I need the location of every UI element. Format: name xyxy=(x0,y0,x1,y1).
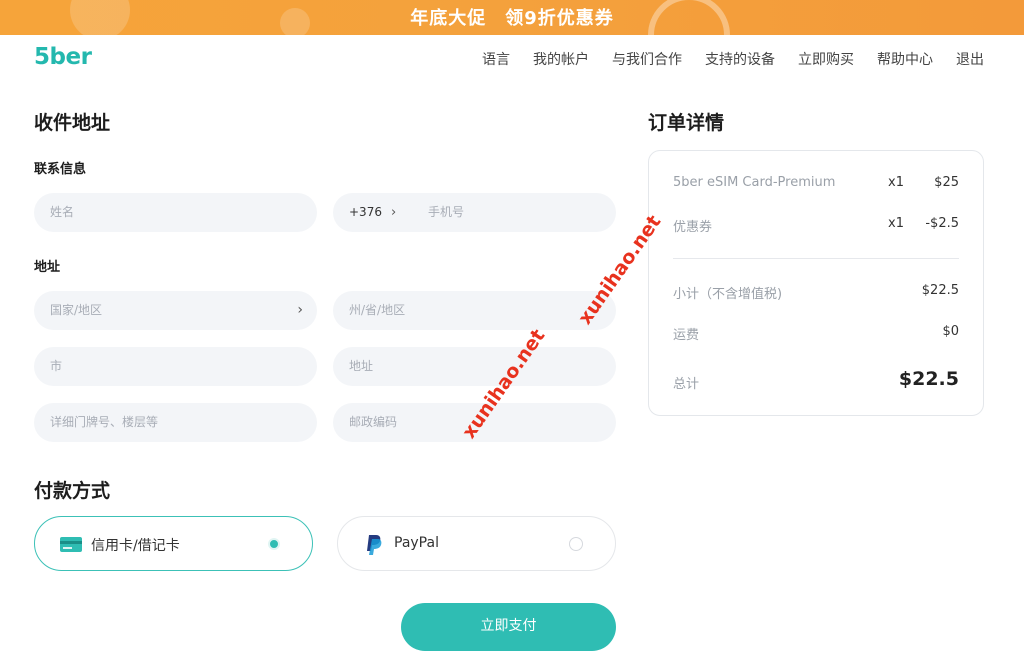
order-item-qty: x1 xyxy=(888,216,904,231)
zip-placeholder: 邮政编码 xyxy=(349,415,398,429)
phone-code-selector[interactable]: +376 xyxy=(349,193,382,232)
address-placeholder: 地址 xyxy=(349,359,374,373)
nav-language[interactable]: 语言 xyxy=(482,49,510,69)
subtotal-label: 小计（不含增值税) xyxy=(673,287,783,302)
logo[interactable]: 5ber xyxy=(34,44,92,70)
city-placeholder: 市 xyxy=(50,359,63,373)
total-value: $22.5 xyxy=(898,368,959,390)
shipping-label: 运费 xyxy=(673,328,700,343)
order-item-name: 5ber eSIM Card-Premium xyxy=(673,175,836,190)
chevron-right-icon: › xyxy=(391,205,397,220)
payment-option-paypal-label: PayPal xyxy=(394,535,439,551)
detail-placeholder: 详细门牌号、楼层等 xyxy=(50,415,159,429)
shipping-value: $0 xyxy=(942,324,959,339)
phone-placeholder: 手机号 xyxy=(428,205,465,219)
phone-input[interactable]: +376 › 手机号 xyxy=(333,193,616,232)
payment-option-paypal[interactable]: PayPal xyxy=(337,516,616,571)
promo-banner[interactable]: 年底大促 领9折优惠券 xyxy=(0,0,1024,35)
city-input[interactable]: 市 xyxy=(34,347,317,386)
nav-help-center[interactable]: 帮助中心 xyxy=(877,49,933,69)
country-placeholder: 国家/地区 xyxy=(50,303,103,317)
country-select[interactable]: 国家/地区 › xyxy=(34,291,317,330)
order-summary: 5ber eSIM Card-Premium x1 $25 优惠券 x1 -$2… xyxy=(648,150,984,416)
payment-option-card-label: 信用卡/借记卡 xyxy=(91,538,180,554)
paypal-icon xyxy=(367,535,382,555)
nav-my-account[interactable]: 我的帐户 xyxy=(533,49,589,69)
order-item-name: 优惠券 xyxy=(673,220,713,235)
state-input[interactable]: 州/省/地区 xyxy=(333,291,616,330)
state-placeholder: 州/省/地区 xyxy=(349,303,406,317)
name-placeholder: 姓名 xyxy=(50,205,75,219)
order-title: 订单详情 xyxy=(648,112,725,134)
nav-partner[interactable]: 与我们合作 xyxy=(612,49,682,69)
subtotal-value: $22.5 xyxy=(921,283,959,298)
order-item-price: $25 xyxy=(934,175,959,190)
payment-title: 付款方式 xyxy=(34,480,111,502)
order-item-price: -$2.5 xyxy=(925,216,959,231)
nav-logout[interactable]: 退出 xyxy=(956,49,984,69)
address-title: 地址 xyxy=(34,260,61,275)
name-input[interactable]: 姓名 xyxy=(34,193,317,232)
contact-title: 联系信息 xyxy=(34,162,87,177)
address-input[interactable]: 地址 xyxy=(333,347,616,386)
pay-now-button[interactable]: 立即支付 xyxy=(401,603,616,651)
order-divider xyxy=(673,258,959,259)
credit-card-icon xyxy=(60,537,82,552)
top-nav: 5ber 语言 我的帐户 与我们合作 支持的设备 立即购买 帮助中心 退出 xyxy=(0,35,1024,83)
order-item-qty: x1 xyxy=(888,175,904,190)
payment-option-card[interactable]: 信用卡/借记卡 xyxy=(34,516,313,571)
nav-supported-devices[interactable]: 支持的设备 xyxy=(705,49,775,69)
nav-buy-now[interactable]: 立即购买 xyxy=(798,49,854,69)
banner-text: 年底大促 领9折优惠券 xyxy=(410,8,614,29)
total-label: 总计 xyxy=(673,377,700,392)
radio-unselected[interactable] xyxy=(569,537,583,551)
radio-selected[interactable] xyxy=(268,538,280,550)
address-detail-input[interactable]: 详细门牌号、楼层等 xyxy=(34,403,317,442)
nav-links: 语言 我的帐户 与我们合作 支持的设备 立即购买 帮助中心 退出 xyxy=(482,49,984,69)
shipping-title: 收件地址 xyxy=(34,112,111,134)
chevron-right-icon: › xyxy=(297,302,303,318)
